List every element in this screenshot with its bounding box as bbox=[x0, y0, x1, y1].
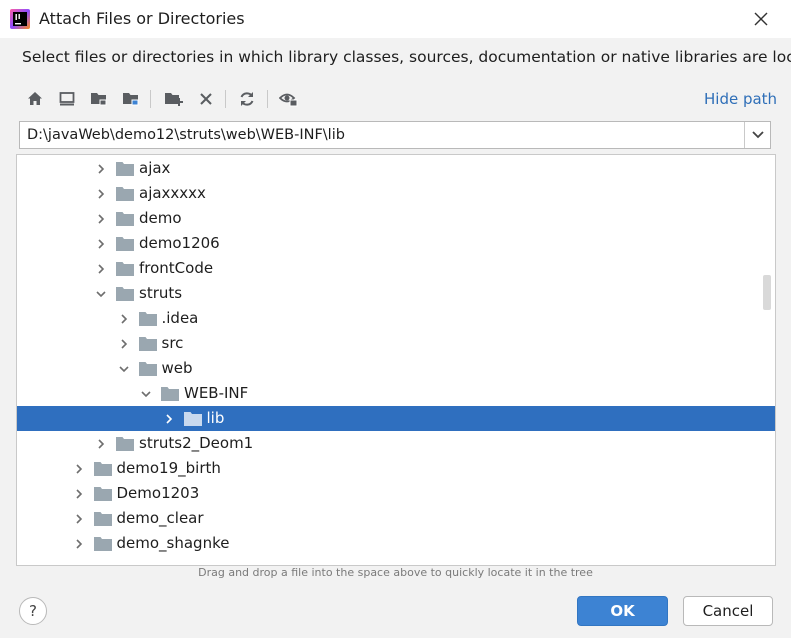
chevron-right-icon[interactable] bbox=[72, 486, 86, 500]
folder-icon bbox=[93, 461, 112, 476]
tree-row[interactable]: ajax bbox=[17, 156, 775, 181]
tree-row[interactable]: demo_clear bbox=[17, 506, 775, 531]
folder-icon bbox=[116, 186, 134, 201]
chevron-right-icon[interactable] bbox=[162, 411, 176, 425]
chevron-down-icon[interactable] bbox=[139, 386, 153, 400]
path-combobox[interactable] bbox=[19, 121, 771, 149]
ok-button[interactable]: OK bbox=[577, 596, 668, 626]
folder-icon bbox=[138, 311, 157, 326]
tree-row[interactable]: demo_shagnke bbox=[17, 531, 775, 556]
folder-icon bbox=[183, 411, 202, 426]
tree-row[interactable]: Demo1203 bbox=[17, 481, 775, 506]
folder-icon bbox=[116, 286, 134, 301]
chevron-right-icon[interactable] bbox=[94, 186, 108, 200]
tree-row[interactable]: web bbox=[17, 356, 775, 381]
chevron-right-icon[interactable] bbox=[117, 336, 131, 350]
title-bar: Attach Files or Directories bbox=[0, 0, 791, 38]
tree-row-label: demo19_birth bbox=[116, 459, 221, 477]
window-title: Attach Files or Directories bbox=[39, 9, 245, 28]
folder-icon bbox=[138, 336, 157, 351]
tree-row[interactable]: ajaxxxxx bbox=[17, 181, 775, 206]
tree-row[interactable]: demo19_birth bbox=[17, 456, 775, 481]
chevron-down-icon[interactable] bbox=[94, 286, 108, 300]
chevron-right-icon[interactable] bbox=[72, 536, 86, 550]
home-icon[interactable] bbox=[22, 86, 48, 112]
hide-path-link[interactable]: Hide path bbox=[704, 90, 777, 108]
tree-row-label: ajaxxxxx bbox=[139, 184, 206, 202]
module-folder-icon[interactable] bbox=[118, 86, 144, 112]
tree-row[interactable]: demo bbox=[17, 206, 775, 231]
desktop-icon[interactable] bbox=[54, 86, 80, 112]
drag-drop-hint: Drag and drop a file into the space abov… bbox=[198, 566, 593, 579]
tree-row[interactable]: frontCode bbox=[17, 256, 775, 281]
tree-row[interactable]: .idea bbox=[17, 306, 775, 331]
folder-icon bbox=[138, 361, 157, 376]
tree-row[interactable]: WEB-INF bbox=[17, 381, 775, 406]
delete-icon[interactable] bbox=[193, 86, 219, 112]
tree-row[interactable]: struts2_Deom1 bbox=[17, 431, 775, 456]
folder-icon bbox=[93, 511, 112, 526]
tree-row-label: demo bbox=[139, 209, 182, 227]
chevron-right-icon[interactable] bbox=[94, 161, 108, 175]
tree-row-label: frontCode bbox=[139, 259, 214, 277]
tree-row[interactable]: struts bbox=[17, 281, 775, 306]
project-folder-icon[interactable] bbox=[86, 86, 112, 112]
tree-row-label: .idea bbox=[161, 309, 199, 327]
folder-icon bbox=[93, 536, 112, 551]
tree-row-label: demo1206 bbox=[139, 234, 220, 252]
tree-row-label: src bbox=[161, 334, 184, 352]
chevron-right-icon[interactable] bbox=[117, 311, 131, 325]
chevron-down-icon[interactable] bbox=[117, 361, 131, 375]
tree-row-label: demo_shagnke bbox=[116, 534, 230, 552]
tree-row-label: struts2_Deom1 bbox=[139, 434, 254, 452]
tree-row-label: web bbox=[161, 359, 193, 377]
new-folder-icon[interactable] bbox=[161, 86, 187, 112]
chevron-right-icon[interactable] bbox=[94, 236, 108, 250]
help-button[interactable]: ? bbox=[19, 597, 47, 625]
cancel-button[interactable]: Cancel bbox=[683, 596, 773, 626]
dialog-description: Select files or directories in which lib… bbox=[22, 48, 791, 66]
tree-row-label: demo_clear bbox=[116, 509, 204, 527]
path-dropdown-button[interactable] bbox=[744, 122, 771, 148]
path-input[interactable] bbox=[20, 122, 744, 148]
tree-row[interactable]: src bbox=[17, 331, 775, 356]
folder-icon bbox=[116, 261, 134, 276]
chevron-right-icon[interactable] bbox=[72, 511, 86, 525]
folder-icon bbox=[116, 436, 134, 451]
chevron-right-icon[interactable] bbox=[94, 261, 108, 275]
close-icon[interactable] bbox=[750, 8, 772, 30]
tree-row-label: WEB-INF bbox=[184, 384, 249, 402]
folder-icon bbox=[116, 161, 134, 176]
chevron-right-icon[interactable] bbox=[72, 461, 86, 475]
chevron-down-icon bbox=[752, 131, 764, 139]
tree-row[interactable]: demo1206 bbox=[17, 231, 775, 256]
toolbar bbox=[22, 86, 742, 114]
chevron-right-icon[interactable] bbox=[94, 436, 108, 450]
tree-row[interactable]: lib bbox=[17, 406, 775, 431]
show-hidden-icon[interactable] bbox=[276, 86, 302, 112]
file-tree[interactable]: ajax ajaxxxxx demo demo1206 frontCode struts.… bbox=[16, 154, 776, 566]
folder-icon bbox=[93, 486, 112, 501]
tree-row-label: struts bbox=[139, 284, 183, 302]
refresh-icon[interactable] bbox=[234, 86, 260, 112]
chevron-right-icon[interactable] bbox=[94, 211, 108, 225]
tree-row-label: ajax bbox=[139, 159, 171, 177]
tree-row-label: lib bbox=[206, 409, 225, 427]
folder-icon bbox=[116, 236, 134, 251]
tree-row-label: Demo1203 bbox=[116, 484, 200, 502]
intellij-idea-icon bbox=[10, 9, 30, 29]
folder-icon bbox=[116, 211, 134, 226]
folder-icon bbox=[161, 386, 179, 401]
